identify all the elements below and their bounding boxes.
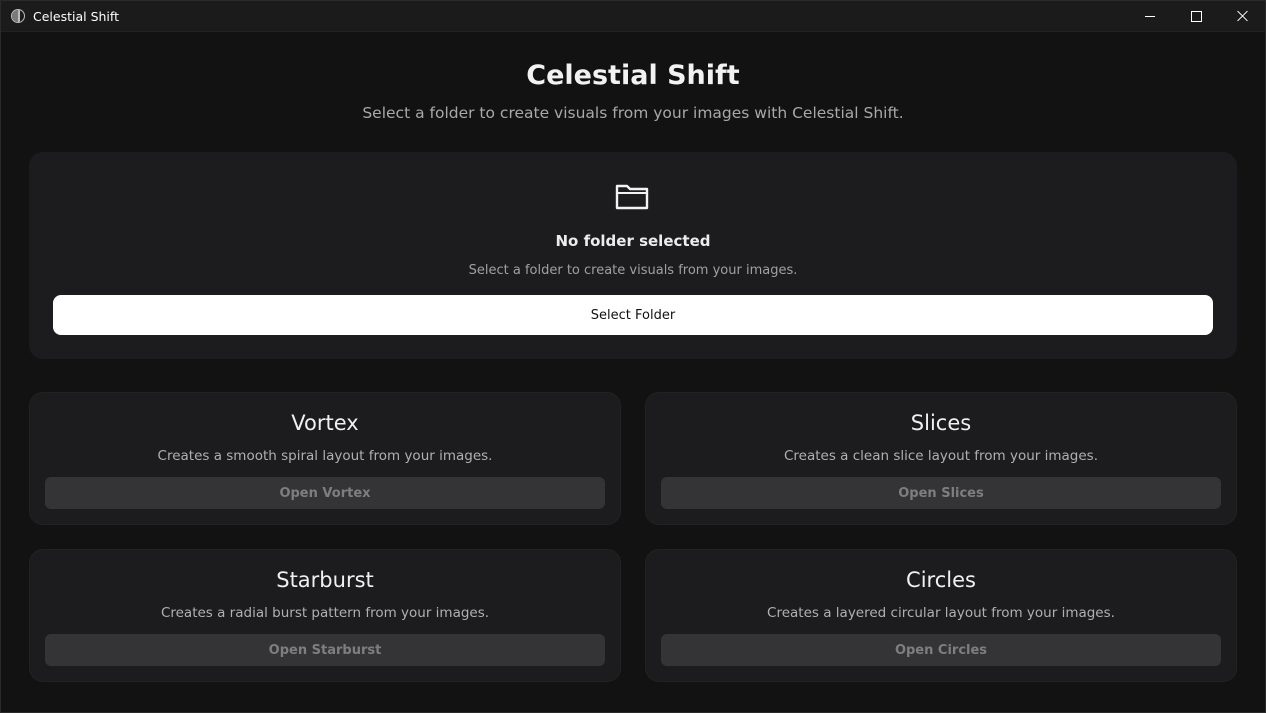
window-title: Celestial Shift: [33, 8, 119, 24]
card-description: Creates a smooth spiral layout from your…: [157, 448, 493, 464]
open-circles-button[interactable]: Open Circles: [661, 634, 1221, 666]
card-starburst: Starburst Creates a radial burst pattern…: [29, 549, 621, 682]
app-logo-icon: [11, 9, 25, 23]
maximize-icon: [1190, 10, 1202, 22]
window-controls: [1127, 1, 1265, 31]
minimize-button[interactable]: [1127, 1, 1173, 31]
card-title: Starburst: [276, 568, 374, 592]
folder-status-hint: Select a folder to create visuals from y…: [468, 263, 798, 278]
maximize-button[interactable]: [1173, 1, 1219, 31]
card-description: Creates a clean slice layout from your i…: [783, 448, 1099, 464]
close-icon: [1236, 10, 1248, 22]
open-vortex-button[interactable]: Open Vortex: [45, 477, 605, 509]
folder-icon: [615, 184, 649, 210]
close-button[interactable]: [1219, 1, 1265, 31]
open-slices-button[interactable]: Open Slices: [661, 477, 1221, 509]
select-folder-button[interactable]: Select Folder: [53, 295, 1213, 335]
folder-status-heading: No folder selected: [555, 232, 711, 250]
minimize-icon: [1145, 15, 1155, 17]
card-title: Circles: [906, 568, 976, 592]
main-content: Celestial Shift Select a folder to creat…: [1, 32, 1265, 712]
title-bar[interactable]: Celestial Shift: [1, 1, 1265, 32]
app-window: Celestial Shift Celestial Shift Select a…: [0, 0, 1266, 713]
card-title: Vortex: [291, 411, 359, 435]
page-title: Celestial Shift: [526, 60, 740, 91]
card-vortex: Vortex Creates a smooth spiral layout fr…: [29, 392, 621, 525]
card-title: Slices: [910, 411, 972, 435]
page-subtitle: Select a folder to create visuals from y…: [362, 104, 904, 122]
card-description: Creates a radial burst pattern from your…: [160, 605, 490, 621]
folder-panel: No folder selected Select a folder to cr…: [29, 152, 1237, 359]
card-description: Creates a layered circular layout from y…: [767, 605, 1115, 621]
card-slices: Slices Creates a clean slice layout from…: [645, 392, 1237, 525]
card-circles: Circles Creates a layered circular layou…: [645, 549, 1237, 682]
open-starburst-button[interactable]: Open Starburst: [45, 634, 605, 666]
